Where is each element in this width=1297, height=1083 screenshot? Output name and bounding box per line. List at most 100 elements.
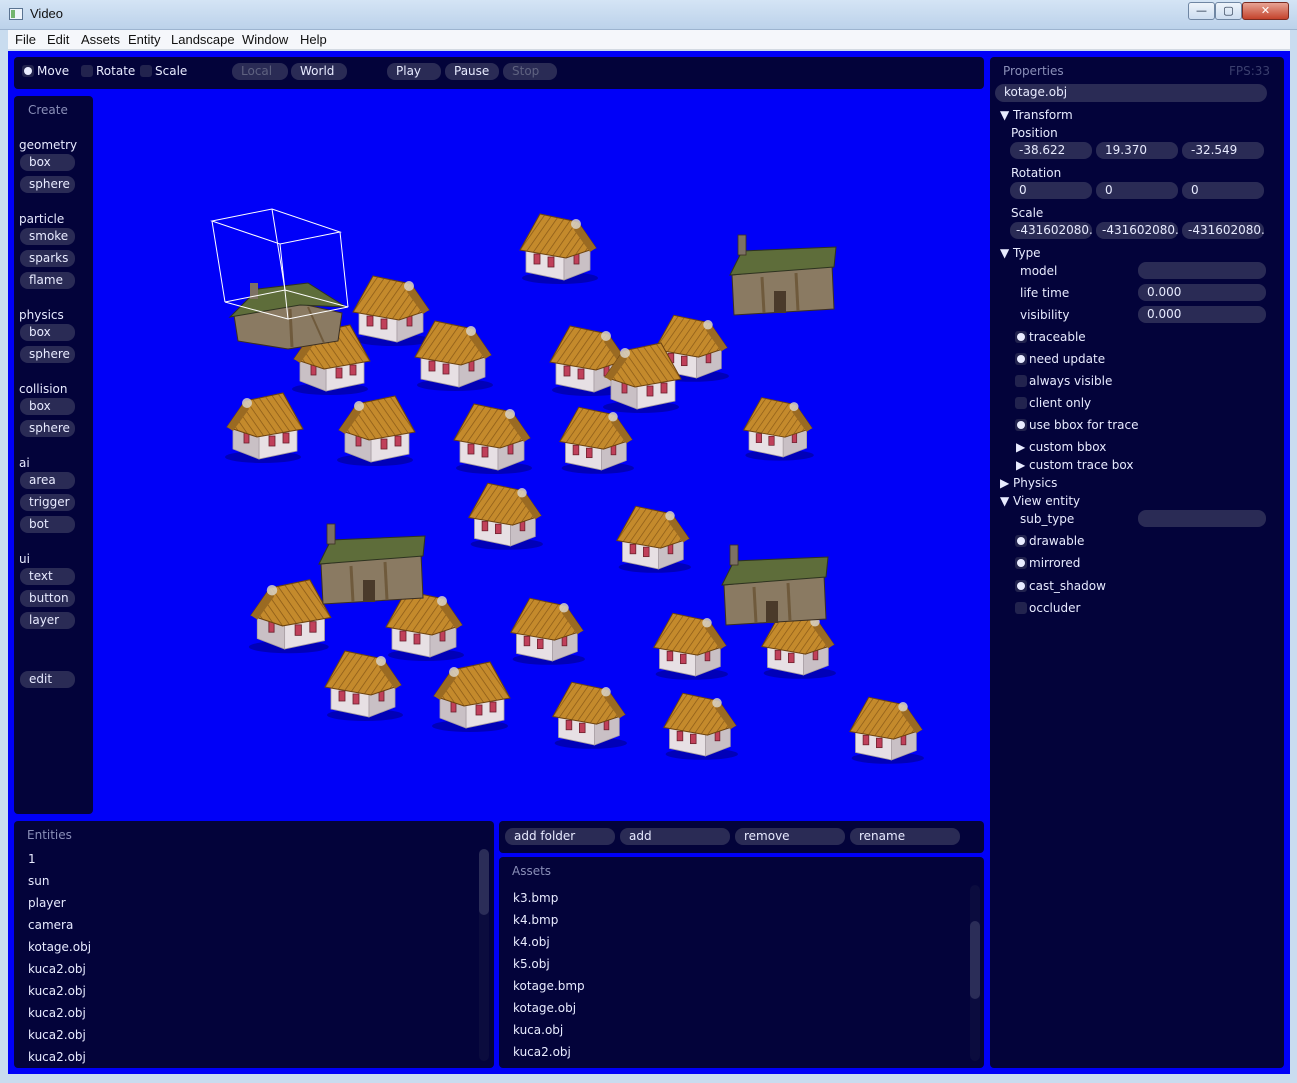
thatched-cottage-model[interactable] <box>510 597 585 665</box>
entity-list-item[interactable]: kotage.obj <box>28 940 91 954</box>
thatched-cottage-model[interactable] <box>616 505 691 573</box>
create-collision-box-button[interactable]: box <box>20 398 75 415</box>
view-flag-mirrored-checkbox[interactable] <box>1015 557 1027 570</box>
create-physics-sphere-button[interactable]: sphere <box>20 346 75 363</box>
create-geometry-box-button[interactable]: box <box>20 154 75 171</box>
physics-expand-icon[interactable]: ▶ <box>1000 476 1009 490</box>
asset-list-item[interactable]: k4.bmp <box>513 913 558 927</box>
thatched-cottage-model[interactable] <box>742 397 814 461</box>
thatched-cottage-model[interactable] <box>663 692 738 760</box>
scale-y-field[interactable]: -431602080.000 <box>1096 222 1178 239</box>
minimize-button[interactable]: — <box>1188 2 1215 20</box>
rotation-y-field[interactable]: 0 <box>1096 182 1178 199</box>
entity-list-item[interactable]: kuca2.obj <box>28 984 86 998</box>
thatched-cottage-model[interactable] <box>324 650 403 721</box>
position-y-field[interactable]: 19.370 <box>1096 142 1178 159</box>
sub-type-field[interactable] <box>1138 510 1266 527</box>
add-folder-button[interactable]: add folder <box>505 828 615 845</box>
entity-list-item[interactable]: kuca2.obj <box>28 1006 86 1020</box>
timber-hall-model[interactable] <box>318 523 426 605</box>
local-button[interactable]: Local <box>232 63 288 80</box>
asset-list-item[interactable]: k4.obj <box>513 935 550 949</box>
timber-hall-model[interactable] <box>729 234 837 316</box>
thatched-cottage-model[interactable] <box>468 482 543 550</box>
model-field[interactable] <box>1138 262 1266 279</box>
menu-help[interactable]: Help <box>300 32 327 47</box>
pause-button[interactable]: Pause <box>445 63 499 80</box>
maximize-button[interactable]: ▢ <box>1215 2 1242 20</box>
position-z-field[interactable]: -32.549 <box>1182 142 1264 159</box>
asset-list-item[interactable]: kotage.obj <box>513 1001 576 1015</box>
create-ai-trigger-button[interactable]: trigger <box>20 494 75 511</box>
asset-list-item[interactable]: kuca2.obj <box>513 1045 571 1059</box>
custom-trace-box-expand-icon[interactable]: ▶ <box>1016 458 1025 472</box>
thatched-cottage-model[interactable] <box>352 275 431 346</box>
thatched-cottage-model[interactable] <box>849 696 924 764</box>
assets-scroll-thumb[interactable] <box>970 921 980 999</box>
asset-list-item[interactable]: kuca.obj <box>513 1023 563 1037</box>
menu-entity[interactable]: Entity <box>128 32 161 47</box>
scale-x-field[interactable]: -431602080.000 <box>1010 222 1092 239</box>
stop-button[interactable]: Stop <box>503 63 557 80</box>
flag-always-visible-checkbox[interactable] <box>1015 375 1027 387</box>
menu-file[interactable]: File <box>15 32 36 47</box>
create-ai-bot-button[interactable]: bot <box>20 516 75 533</box>
scale-radio[interactable] <box>140 65 152 77</box>
menu-window[interactable]: Window <box>242 32 288 47</box>
rotate-radio[interactable] <box>81 65 93 77</box>
entity-list-item[interactable]: kuca2.obj <box>28 1028 86 1042</box>
timber-hall-model[interactable] <box>721 544 829 626</box>
create-particle-smoke-button[interactable]: smoke <box>20 228 75 245</box>
create-ui-button-button[interactable]: button <box>20 590 75 607</box>
assets-scrollbar[interactable] <box>970 885 980 1061</box>
visibility-field[interactable]: 0.000 <box>1138 306 1266 323</box>
custom-bbox-header[interactable]: custom bbox <box>1029 440 1106 454</box>
position-x-field[interactable]: -38.622 <box>1010 142 1092 159</box>
menu-landscape[interactable]: Landscape <box>171 32 235 47</box>
play-button[interactable]: Play <box>387 63 441 80</box>
flag-use-bbox-for-trace-checkbox[interactable] <box>1015 419 1027 431</box>
transform-expand-icon[interactable]: ▼ <box>1000 108 1009 122</box>
create-ai-area-button[interactable]: area <box>20 472 75 489</box>
thatched-cottage-model[interactable] <box>248 579 332 654</box>
scale-z-field[interactable]: -431602080.000 <box>1182 222 1264 239</box>
entity-list-item[interactable]: sun <box>28 874 49 888</box>
life-time-field[interactable]: 0.000 <box>1138 284 1266 301</box>
create-particle-flame-button[interactable]: flame <box>20 272 75 289</box>
window-title-bar[interactable]: Video — ▢ ✕ <box>0 0 1297 30</box>
world-button[interactable]: World <box>291 63 347 80</box>
asset-list-item[interactable]: kotage.bmp <box>513 979 585 993</box>
thatched-cottage-model[interactable] <box>519 213 598 284</box>
asset-list-item[interactable]: k5.obj <box>513 957 550 971</box>
custom-bbox-expand-icon[interactable]: ▶ <box>1016 440 1025 454</box>
view-flag-occluder-checkbox[interactable] <box>1015 601 1027 614</box>
thatched-cottage-model[interactable] <box>552 681 627 749</box>
thatched-cottage-model[interactable] <box>225 392 304 463</box>
menu-edit[interactable]: Edit <box>47 32 69 47</box>
create-edit-button[interactable]: edit <box>20 671 75 688</box>
entity-list-item[interactable]: kuca2.obj <box>28 962 86 976</box>
create-physics-box-button[interactable]: box <box>20 324 75 341</box>
menu-assets[interactable]: Assets <box>81 32 120 47</box>
rotation-x-field[interactable]: 0 <box>1010 182 1092 199</box>
asset-list-item[interactable]: k3.bmp <box>513 891 558 905</box>
view-entity-header[interactable]: View entity <box>1013 494 1080 508</box>
create-geometry-sphere-button[interactable]: sphere <box>20 176 75 193</box>
create-particle-sparks-button[interactable]: sparks <box>20 250 75 267</box>
type-header[interactable]: Type <box>1013 246 1041 260</box>
entities-scroll-thumb[interactable] <box>479 849 489 915</box>
create-ui-text-button[interactable]: text <box>20 568 75 585</box>
create-collision-sphere-button[interactable]: sphere <box>20 420 75 437</box>
flag-traceable-checkbox[interactable] <box>1015 331 1027 343</box>
physics-header[interactable]: Physics <box>1013 476 1057 490</box>
view-flag-cast-shadow-checkbox[interactable] <box>1015 579 1027 592</box>
thatched-cottage-model[interactable] <box>653 612 728 680</box>
entity-list-item[interactable]: camera <box>28 918 73 932</box>
rotation-z-field[interactable]: 0 <box>1182 182 1264 199</box>
view-flag-drawable-checkbox[interactable] <box>1015 535 1027 547</box>
entity-list-item[interactable]: kuca2.obj <box>28 1050 86 1064</box>
thatched-cottage-model[interactable] <box>453 403 532 474</box>
entities-scrollbar[interactable] <box>479 849 489 1061</box>
transform-header[interactable]: Transform <box>1013 108 1073 122</box>
entity-list-item[interactable]: 1 <box>28 852 36 866</box>
